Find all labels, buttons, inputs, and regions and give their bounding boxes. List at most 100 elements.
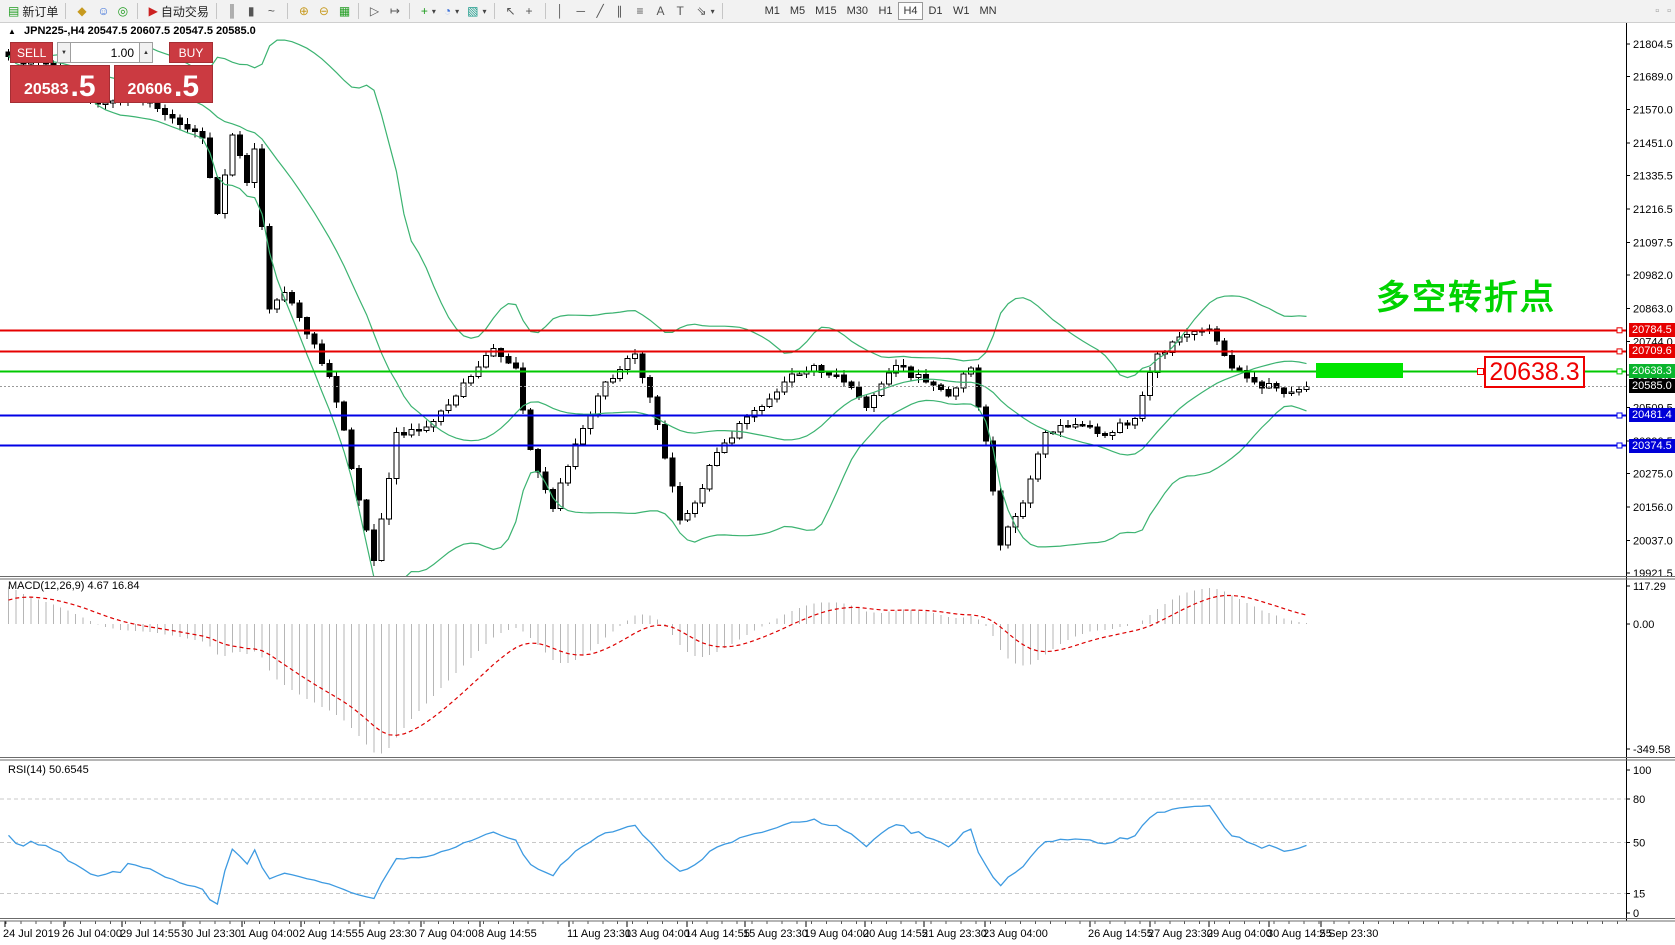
- candle-body: [661, 423, 668, 459]
- timeframe-h4-button[interactable]: H4: [897, 2, 923, 20]
- candle-body: [184, 124, 191, 130]
- candle-body: [900, 364, 907, 368]
- volume-stepper: ▼ ▲: [57, 42, 153, 63]
- time-label: 1 Aug 04:00: [240, 928, 299, 940]
- candles-layer[interactable]: [5, 49, 1310, 567]
- candlestick-chart-button[interactable]: ▮: [244, 2, 264, 21]
- candle-body: [468, 376, 475, 384]
- candle-body: [363, 499, 370, 531]
- toolbar-separator: [65, 3, 70, 19]
- macd-pane[interactable]: [8, 586, 1307, 754]
- time-label: 7 Aug 04:00: [419, 928, 478, 940]
- auto-scroll-button[interactable]: ▷: [366, 2, 386, 21]
- candle-body: [788, 373, 795, 383]
- templates-button[interactable]: ▧ ▾: [463, 2, 490, 21]
- candle-body: [102, 102, 109, 105]
- vertical-line-button[interactable]: │: [553, 2, 573, 21]
- highlight-rectangle[interactable]: [1316, 363, 1403, 378]
- timeframe-h1-button[interactable]: H1: [873, 2, 898, 20]
- level-endpoint-marker: [1616, 327, 1623, 334]
- turning-point-annotation[interactable]: 多空转折点: [1376, 270, 1556, 319]
- timeframe-mn-button[interactable]: MN: [974, 2, 1001, 20]
- buy-price-button[interactable]: 20606 .5: [113, 65, 213, 103]
- candle-body: [826, 371, 833, 376]
- new-order-button[interactable]: ▤ 新订单: [4, 2, 62, 21]
- volume-increase-button[interactable]: ▲: [139, 42, 153, 63]
- collapse-panel-icon[interactable]: ▲: [8, 27, 16, 36]
- timeframe-m15-button[interactable]: M15: [810, 2, 841, 20]
- candle-body: [766, 398, 773, 408]
- indicators-button[interactable]: + ▾: [417, 2, 440, 21]
- line-chart-button[interactable]: ~: [264, 2, 284, 21]
- fibonacci-button[interactable]: ≡: [633, 2, 653, 21]
- candle-body: [691, 502, 698, 515]
- line-chart-icon: ~: [267, 4, 275, 18]
- dropdown-arrow-icon: ▾: [482, 6, 487, 16]
- arrows-button[interactable]: ⇘ ▾: [693, 2, 719, 21]
- timeframe-m30-button[interactable]: M30: [842, 2, 873, 20]
- timeframe-m5-button[interactable]: M5: [785, 2, 810, 20]
- volume-input[interactable]: [71, 42, 139, 63]
- level-endpoint-marker: [1616, 412, 1623, 419]
- timeframe-d1-button[interactable]: D1: [923, 2, 948, 20]
- volume-decrease-button[interactable]: ▼: [57, 42, 71, 63]
- timeframe-w1-button[interactable]: W1: [948, 2, 975, 20]
- profile-button[interactable]: ☺: [93, 2, 113, 21]
- timeframe-m1-button[interactable]: M1: [760, 2, 785, 20]
- auto-trading-button[interactable]: ▶ 自动交易: [145, 2, 213, 21]
- candle-body: [244, 154, 251, 184]
- price-tick-label: 20982.0: [1633, 270, 1673, 282]
- eraser-button[interactable]: ◆: [73, 2, 93, 21]
- text-label-button[interactable]: T: [673, 2, 693, 21]
- candle-body: [594, 395, 601, 415]
- sell-price-button[interactable]: 20583 .5: [10, 65, 110, 103]
- bar-chart-button[interactable]: ║: [224, 2, 244, 21]
- candle-body: [982, 406, 989, 442]
- time-label: 20 Aug 14:55: [863, 928, 928, 940]
- candle-body: [938, 384, 944, 391]
- zoom-out-button[interactable]: ⊖: [315, 2, 335, 21]
- candle-body: [333, 376, 340, 403]
- time-label: 19 Aug 04:00: [804, 928, 869, 940]
- new-order-icon: ▤: [8, 4, 20, 18]
- text-button[interactable]: A: [653, 2, 673, 21]
- toolbar-overflow-icon[interactable]: ▫: [1667, 5, 1671, 17]
- price-line-badge: 20709.6: [1629, 344, 1675, 358]
- candle-body: [520, 367, 527, 411]
- channel-button[interactable]: ∥: [613, 2, 633, 21]
- crosshair-button[interactable]: +: [522, 2, 542, 21]
- chart-area[interactable]: 21804.5 21689.0 21570.0 21451.0 21335.5 21216…: [0, 0, 1675, 945]
- candle-body: [1296, 389, 1303, 393]
- callout-anchor-marker: [1477, 368, 1484, 375]
- candle-body: [587, 413, 594, 429]
- dropdown-arrow-icon: ▾: [455, 6, 460, 16]
- trendline-button[interactable]: ╱: [593, 2, 613, 21]
- toolbar-overflow-icon[interactable]: ▫: [1655, 5, 1659, 17]
- price-line-badge: 20585.0: [1629, 379, 1675, 393]
- candle-body: [706, 465, 713, 490]
- buy-button[interactable]: BUY: [169, 42, 213, 63]
- sell-button[interactable]: SELL: [10, 42, 53, 63]
- price-callout-box[interactable]: 20638.3: [1484, 356, 1585, 388]
- time-label: 26 Jul 04:00: [62, 928, 122, 940]
- candle-body: [415, 429, 422, 432]
- candle-body: [445, 404, 452, 412]
- zoom-in-button[interactable]: ⊕: [295, 2, 315, 21]
- signal-button[interactable]: ◎: [114, 2, 134, 21]
- periods-button[interactable]: ◔ ▾: [440, 2, 463, 21]
- rsi-pane[interactable]: [0, 798, 1626, 906]
- candle-body: [1146, 372, 1153, 397]
- time-axis[interactable]: 24 Jul 2019 26 Jul 04:0029 Jul 14:55 30 Ju…: [3, 921, 1618, 941]
- candle-body: [378, 518, 385, 561]
- chart-shift-button[interactable]: ↦: [386, 2, 406, 21]
- sell-price-frac: .5: [70, 69, 96, 103]
- price-tick-label: 20275.0: [1633, 469, 1673, 481]
- horizontal-line-button[interactable]: ─: [573, 2, 593, 21]
- candle-body: [676, 485, 683, 521]
- cursor-button[interactable]: ↖: [502, 2, 522, 21]
- candle-body: [482, 355, 489, 368]
- tile-windows-button[interactable]: ▦: [335, 2, 355, 21]
- candle-body: [1042, 432, 1049, 455]
- candle-body: [781, 381, 788, 393]
- time-label: 2 Sep 23:30: [1319, 928, 1378, 940]
